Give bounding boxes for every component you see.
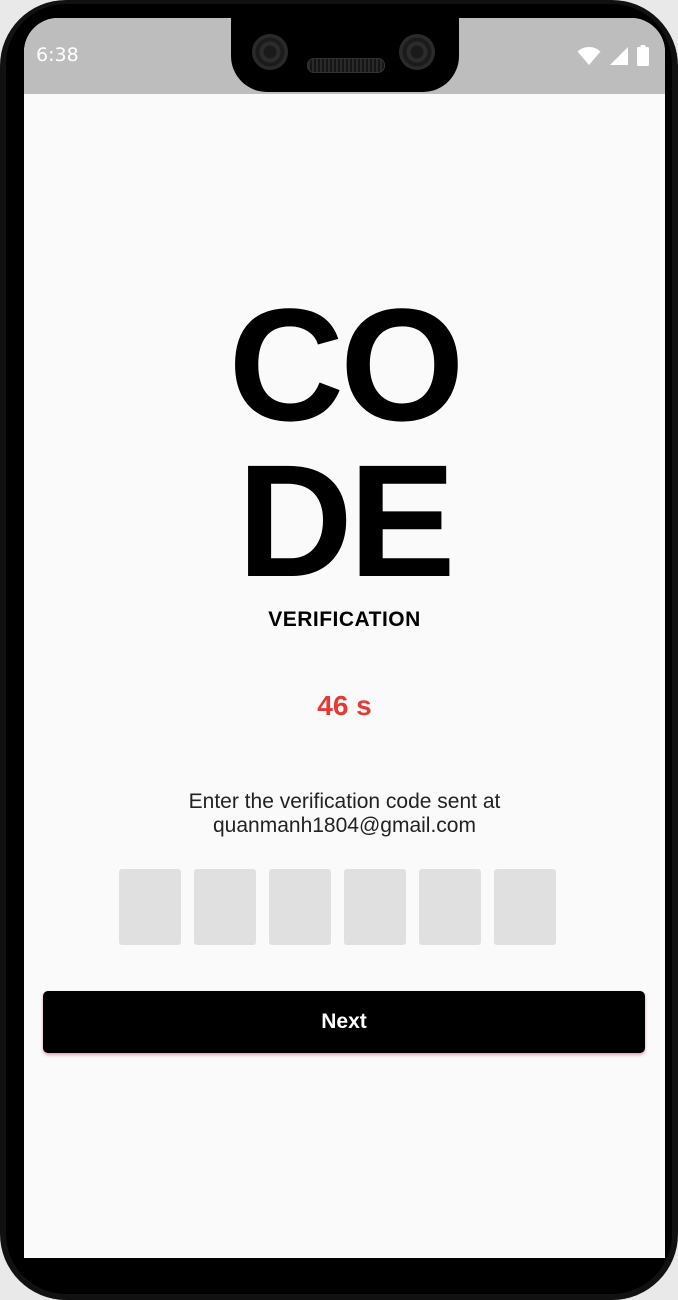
front-camera-icon [399,34,435,70]
otp-digit-6[interactable] [494,869,556,945]
verification-page: CO DE VERIFICATION 46 s Enter the verifi… [24,94,665,1258]
otp-digit-4[interactable] [344,869,406,945]
instruction-line: Enter the verification code sent at [188,790,501,813]
camera-notch [231,18,459,92]
otp-digit-3[interactable] [269,869,331,945]
page-subtitle: VERIFICATION [268,608,421,631]
status-bar: 6:38 [24,18,665,94]
status-icons [577,45,649,71]
phone-frame: 6:38 CO DE VERIFICATION 46 s Enter the v… [0,0,678,1300]
page-title-line-2: DE [237,431,455,610]
earpiece-speaker [307,58,385,73]
otp-input-group [119,869,556,945]
otp-digit-5[interactable] [419,869,481,945]
next-button-label: Next [321,1010,367,1033]
next-button[interactable]: Next [43,991,645,1053]
page-title-line-1: CO [228,275,465,454]
status-time: 6:38 [36,44,79,66]
otp-digit-1[interactable] [119,869,181,945]
otp-digit-2[interactable] [194,869,256,945]
instruction-text: Enter the verification code sent at quan… [24,790,665,838]
battery-icon [637,45,649,71]
cellular-signal-icon [609,46,629,71]
countdown-timer: 46 s [317,690,372,721]
email-address: quanmanh1804@gmail.com [213,814,476,837]
phone-bezel: 6:38 CO DE VERIFICATION 46 s Enter the v… [6,4,672,1294]
wifi-icon [577,46,601,71]
screen: 6:38 CO DE VERIFICATION 46 s Enter the v… [24,18,665,1258]
front-camera-icon [252,34,288,70]
